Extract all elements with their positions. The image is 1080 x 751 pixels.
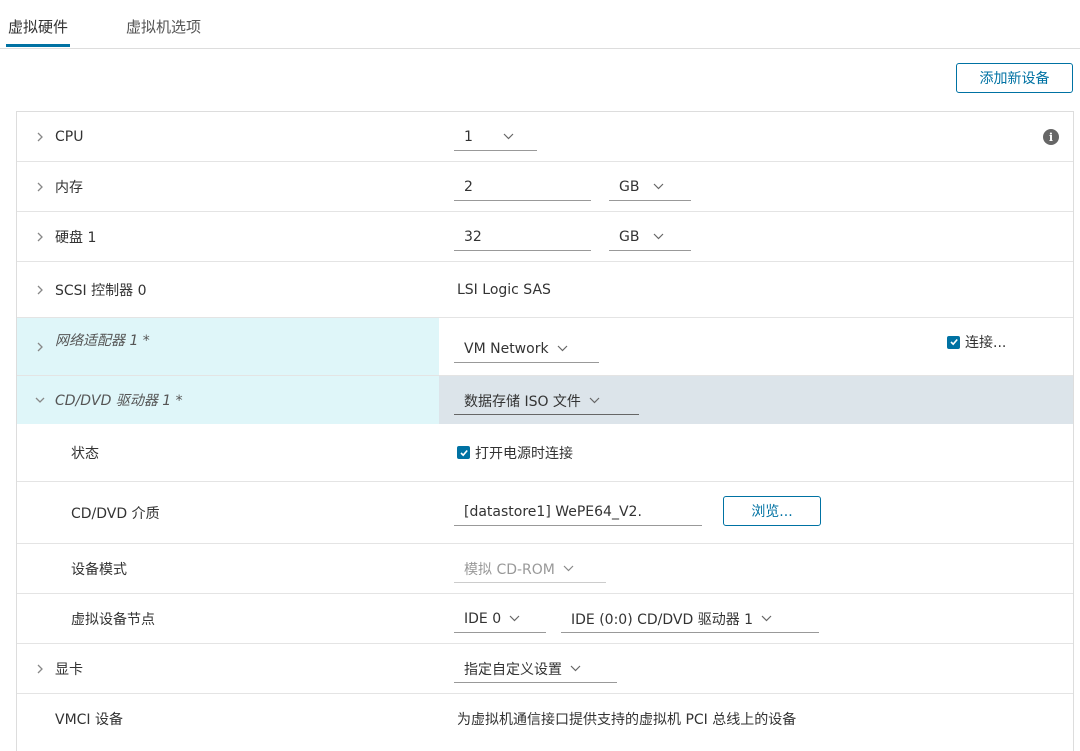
tab-bar: 虚拟硬件 虚拟机选项 <box>0 0 1080 49</box>
scsi-value: LSI Logic SAS <box>457 281 551 298</box>
device-mode-label: 设备模式 <box>71 561 127 578</box>
chevron-down-icon <box>761 615 772 622</box>
network-label: 网络适配器 1 * <box>55 333 150 349</box>
memory-input[interactable]: 2 <box>454 173 591 201</box>
vmci-value: 为虚拟机通信接口提供支持的虚拟机 PCI 总线上的设备 <box>457 712 797 728</box>
chevron-right-icon[interactable] <box>35 318 45 375</box>
network-select[interactable]: VM Network <box>454 335 599 363</box>
row-virtual-device-node: 虚拟设备节点 IDE 0 IDE (0:0) CD/DVD 驱动器 1 <box>17 594 1073 644</box>
chevron-down-icon <box>563 565 574 572</box>
device-node-value: IDE (0:0) CD/DVD 驱动器 1 <box>571 611 754 628</box>
cddvd-value: 数据存储 ISO 文件 <box>464 393 581 410</box>
status-label: 状态 <box>71 445 99 462</box>
video-label: 显卡 <box>55 661 83 678</box>
connect-label: 连接... <box>965 335 1007 351</box>
media-value: [datastore1] WePE64_V2. <box>464 503 642 520</box>
scsi-label: SCSI 控制器 0 <box>55 282 147 299</box>
chevron-right-icon[interactable] <box>35 112 45 161</box>
memory-unit: GB <box>619 178 640 195</box>
device-node-select[interactable]: IDE (0:0) CD/DVD 驱动器 1 <box>561 605 819 633</box>
row-vmci-device: VMCI 设备 为虚拟机通信接口提供支持的虚拟机 PCI 总线上的设备 <box>17 694 1073 744</box>
vmci-label: VMCI 设备 <box>55 712 124 728</box>
chevron-right-icon[interactable] <box>35 262 45 317</box>
network-value: VM Network <box>464 340 549 357</box>
cpu-value: 1 <box>464 128 473 145</box>
video-settings-select[interactable]: 指定自定义设置 <box>454 655 617 683</box>
row-network-adapter: 网络适配器 1 * VM Network 连接... <box>17 318 1073 376</box>
info-icon[interactable]: i <box>1043 129 1059 145</box>
cddvd-label: CD/DVD 驱动器 1 * <box>55 393 183 409</box>
row-memory: 内存 2 GB <box>17 162 1073 212</box>
disk-unit: GB <box>619 228 640 245</box>
media-label: CD/DVD 介质 <box>71 505 160 522</box>
row-cd-dvd-media: CD/DVD 介质 [datastore1] WePE64_V2. 浏览... <box>17 482 1073 544</box>
chevron-down-icon <box>653 233 664 240</box>
cpu-select[interactable]: 1 <box>454 123 537 151</box>
row-scsi-controller: SCSI 控制器 0 LSI Logic SAS <box>17 262 1073 318</box>
row-device-mode: 设备模式 模拟 CD-ROM <box>17 544 1073 594</box>
disk-size-input[interactable]: 32 <box>454 223 591 251</box>
chevron-down-icon <box>570 665 581 672</box>
chevron-down-icon <box>503 133 514 140</box>
media-path-input[interactable]: [datastore1] WePE64_V2. <box>454 498 702 526</box>
row-status: 状态 打开电源时连接 <box>17 424 1073 482</box>
memory-unit-select[interactable]: GB <box>609 173 691 201</box>
checkbox-checked-icon <box>947 335 960 349</box>
cpu-label: CPU <box>55 128 84 145</box>
chevron-down-icon <box>653 183 664 190</box>
connect-at-power-on-checkbox[interactable]: 打开电源时连接 <box>457 424 573 481</box>
memory-value: 2 <box>464 178 473 195</box>
browse-button[interactable]: 浏览... <box>723 496 821 526</box>
tab-virtual-hardware[interactable]: 虚拟硬件 <box>5 16 71 47</box>
hardware-panel: CPU 1 i 内存 2 GB 硬盘 1 32 GB SCSI 控制器 0 LS… <box>16 111 1074 751</box>
disk-value: 32 <box>464 228 482 245</box>
tab-vm-options[interactable]: 虚拟机选项 <box>126 16 201 37</box>
disk-label: 硬盘 1 <box>55 229 97 246</box>
connect-at-power-on-label: 打开电源时连接 <box>475 445 573 462</box>
controller-select[interactable]: IDE 0 <box>454 605 546 633</box>
row-cd-dvd-drive: CD/DVD 驱动器 1 * 数据存储 ISO 文件 <box>17 376 1073 424</box>
chevron-right-icon[interactable] <box>35 212 45 261</box>
device-mode-select[interactable]: 模拟 CD-ROM <box>454 555 606 583</box>
device-node-label: 虚拟设备节点 <box>71 611 155 628</box>
device-mode-value: 模拟 CD-ROM <box>464 561 555 578</box>
row-hard-disk: 硬盘 1 32 GB <box>17 212 1073 262</box>
row-video-card: 显卡 指定自定义设置 <box>17 644 1073 694</box>
video-value: 指定自定义设置 <box>464 661 562 678</box>
disk-unit-select[interactable]: GB <box>609 223 691 251</box>
controller-value: IDE 0 <box>464 610 502 627</box>
checkbox-checked-icon <box>457 446 470 459</box>
cddvd-source-select[interactable]: 数据存储 ISO 文件 <box>454 387 639 415</box>
add-new-device-button[interactable]: 添加新设备 <box>956 63 1073 93</box>
chevron-right-icon[interactable] <box>35 644 45 693</box>
chevron-down-icon <box>509 615 520 622</box>
chevron-down-icon <box>557 345 568 352</box>
chevron-right-icon[interactable] <box>35 162 45 211</box>
chevron-down-icon[interactable] <box>35 376 45 424</box>
memory-label: 内存 <box>55 179 83 196</box>
chevron-down-icon <box>589 397 600 404</box>
connect-checkbox[interactable]: 连接... <box>947 318 1006 366</box>
row-cpu: CPU 1 i <box>17 112 1073 162</box>
